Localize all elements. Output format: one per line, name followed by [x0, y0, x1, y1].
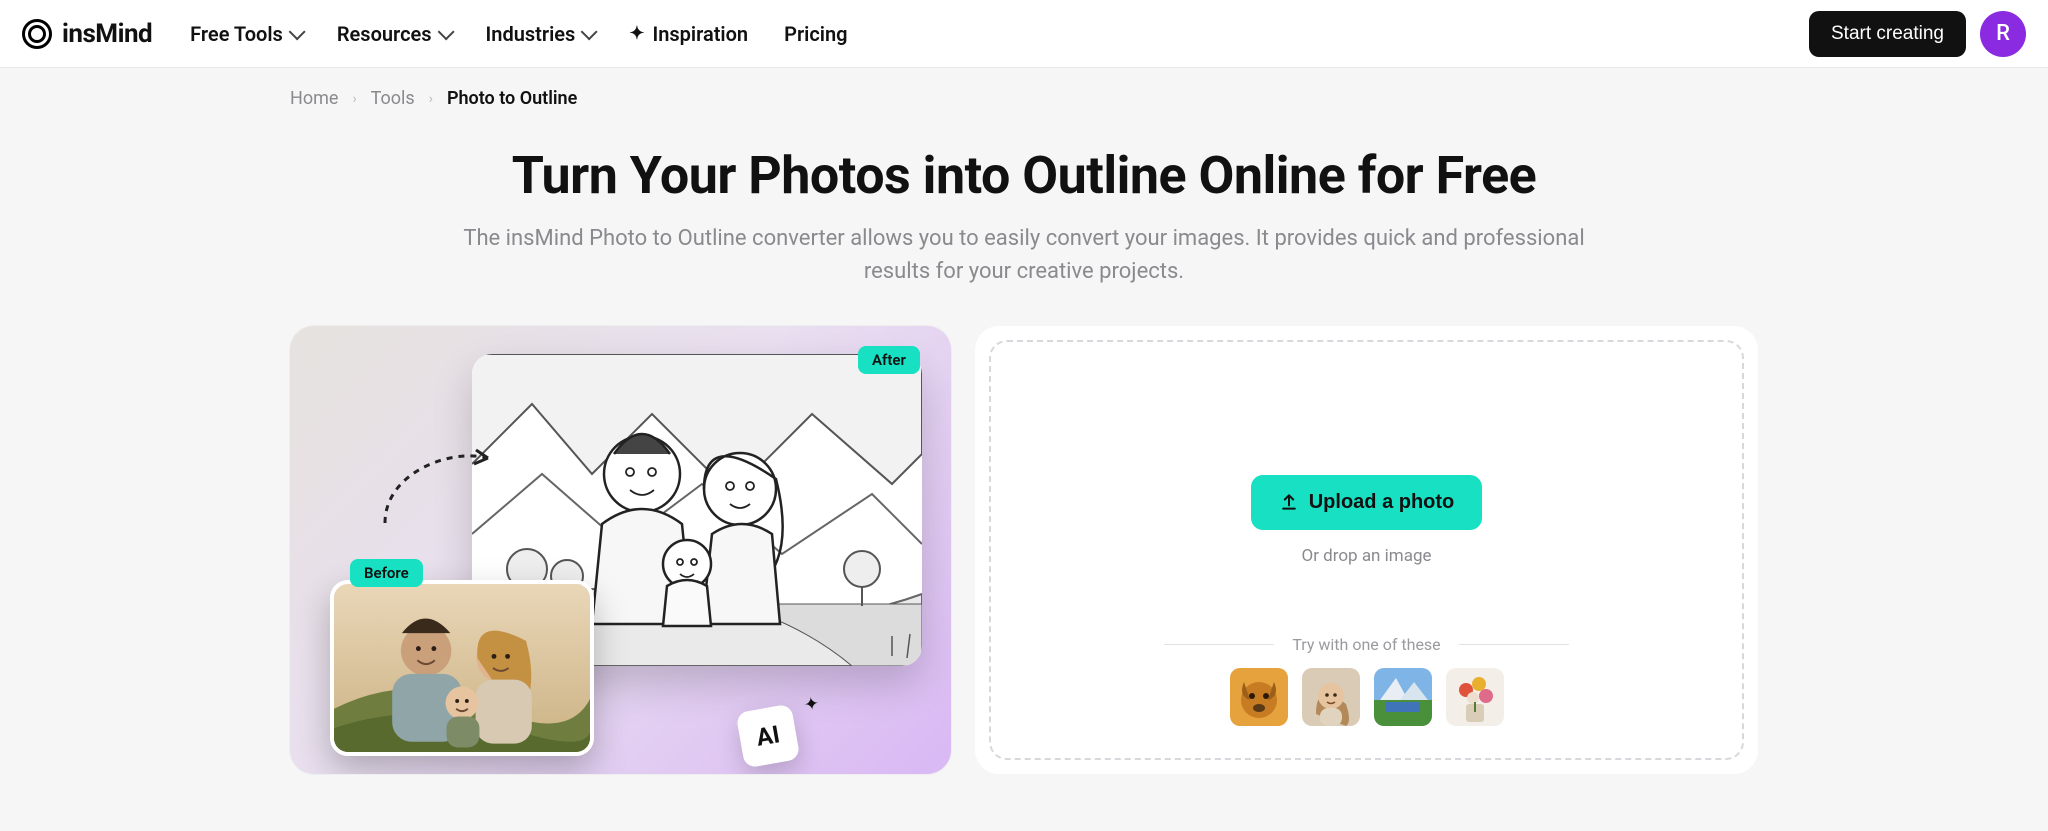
- nav-label: Industries: [486, 22, 576, 46]
- sample-thumb-dog[interactable]: [1230, 668, 1288, 726]
- chevron-right-icon: ›: [352, 91, 356, 107]
- nav-inspiration[interactable]: ✦ Inspiration: [629, 22, 748, 46]
- sparkle-icon: ✦: [803, 693, 821, 716]
- after-badge: After: [858, 346, 920, 374]
- upload-button-label: Upload a photo: [1309, 491, 1455, 514]
- before-image: [330, 580, 594, 756]
- drop-hint: Or drop an image: [1302, 546, 1432, 566]
- try-label-text: Try with one of these: [1292, 635, 1440, 654]
- sample-thumb-flowers[interactable]: [1446, 668, 1504, 726]
- upload-icon: [1279, 492, 1299, 512]
- nav-industries[interactable]: Industries: [486, 22, 594, 46]
- drop-zone[interactable]: Upload a photo Or drop an image Try with…: [989, 340, 1744, 760]
- nav-label: Resources: [337, 22, 432, 46]
- sample-thumb-woman[interactable]: [1302, 668, 1360, 726]
- breadcrumb: Home › Tools › Photo to Outline: [0, 68, 2048, 109]
- upload-panel: Upload a photo Or drop an image Try with…: [975, 326, 1758, 774]
- hero: Turn Your Photos into Outline Online for…: [0, 145, 2048, 288]
- page-subtitle: The insMind Photo to Outline converter a…: [434, 222, 1614, 288]
- sample-thumb-mountain[interactable]: [1374, 668, 1432, 726]
- chevron-down-icon: [581, 23, 598, 40]
- user-avatar[interactable]: R: [1980, 11, 2026, 57]
- start-creating-button[interactable]: Start creating: [1809, 11, 1966, 57]
- brand-logo[interactable]: insMind: [22, 19, 152, 49]
- app-header: insMind Free Tools Resources Industries …: [0, 0, 2048, 68]
- nav-free-tools[interactable]: Free Tools: [190, 22, 301, 46]
- nav-resources[interactable]: Resources: [337, 22, 450, 46]
- before-badge: Before: [350, 559, 423, 587]
- crumb-home[interactable]: Home: [290, 88, 338, 109]
- main-nav: Free Tools Resources Industries ✦ Inspir…: [190, 22, 847, 46]
- sample-thumbs: [1230, 668, 1504, 726]
- chevron-right-icon: ›: [429, 91, 433, 107]
- chevron-down-icon: [288, 23, 305, 40]
- preview-panel: After: [290, 326, 951, 774]
- nav-pricing[interactable]: Pricing: [784, 22, 847, 46]
- try-row: Try with one of these: [991, 635, 1742, 726]
- nav-label: Inspiration: [652, 22, 748, 46]
- header-actions: Start creating R: [1809, 11, 2026, 57]
- nav-label: Free Tools: [190, 22, 283, 46]
- try-label: Try with one of these: [1164, 635, 1568, 654]
- brand-name: insMind: [62, 19, 152, 49]
- nav-label: Pricing: [784, 22, 847, 46]
- crumb-tools[interactable]: Tools: [371, 88, 415, 109]
- crumb-current: Photo to Outline: [447, 88, 577, 109]
- content-panels: After: [0, 326, 2048, 774]
- chevron-down-icon: [437, 23, 454, 40]
- logo-mark-icon: [22, 19, 52, 49]
- page-body: Home › Tools › Photo to Outline Turn You…: [0, 0, 2048, 774]
- sparkle-icon: ✦: [629, 25, 644, 43]
- ai-chip: AI: [736, 704, 801, 769]
- page-title: Turn Your Photos into Outline Online for…: [40, 145, 2008, 206]
- upload-button[interactable]: Upload a photo: [1251, 475, 1483, 530]
